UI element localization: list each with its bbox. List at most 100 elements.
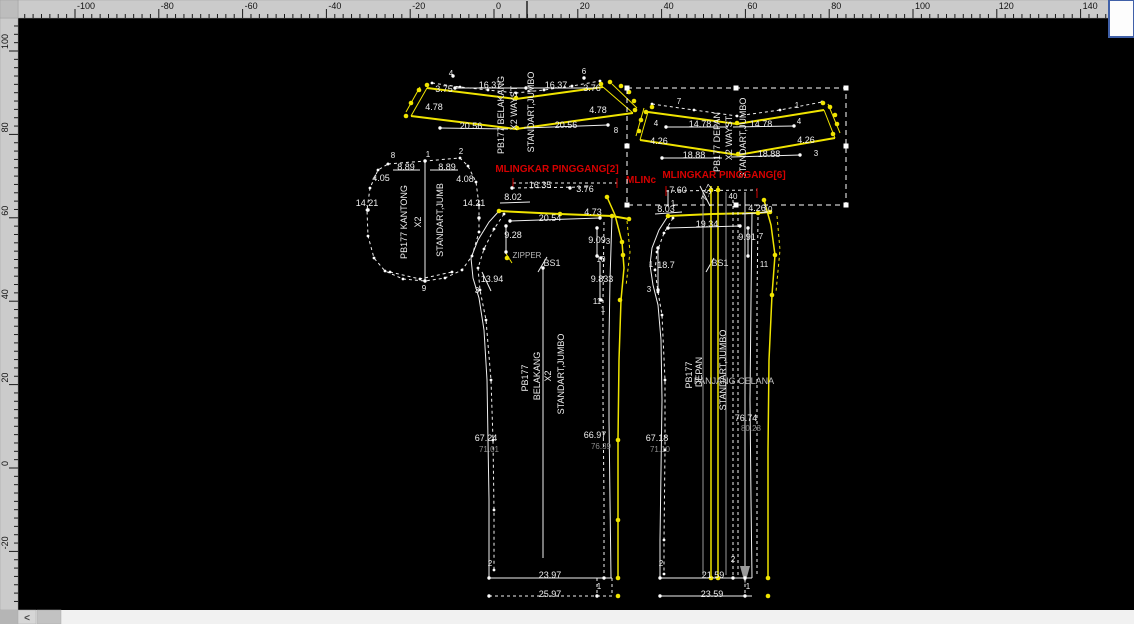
grading-point[interactable] — [409, 101, 414, 106]
measurement-label: STANDART,JUMBO — [738, 98, 748, 179]
measure-name-label: MLINGKAR PINGGANG[6] — [662, 170, 785, 181]
measurement-label: 4 — [654, 119, 659, 128]
grading-point[interactable] — [770, 293, 775, 298]
pattern-point — [483, 248, 486, 251]
measurement-label: 4.78 — [425, 102, 443, 112]
measurement-label: PB177 — [520, 364, 530, 391]
grading-point[interactable] — [616, 576, 621, 581]
measurement-label: 40 — [729, 192, 738, 201]
measurement-label: 4.26 — [650, 136, 668, 146]
measurement-label: 19.34 — [696, 219, 719, 229]
pattern-point — [444, 277, 447, 280]
marquee-handle[interactable] — [625, 203, 630, 208]
floating-panel-corner — [1109, 0, 1134, 37]
grading-point[interactable] — [620, 240, 625, 245]
measurement-label: STANDART,JUMB — [435, 183, 445, 257]
grading-point[interactable] — [605, 195, 610, 200]
measurement-label: 11 — [760, 260, 769, 269]
measure-name-label: MLINGKAR PINGGANG[2] — [495, 164, 618, 175]
marquee-handle[interactable] — [625, 144, 630, 149]
pattern-point — [656, 288, 659, 291]
pattern-point — [493, 509, 496, 512]
measurement-label: 4.26 — [797, 135, 815, 145]
grading-point[interactable] — [417, 88, 422, 93]
grading-point[interactable] — [505, 256, 510, 261]
grading-point[interactable] — [766, 576, 771, 581]
pattern-point — [595, 226, 598, 229]
grading-point[interactable] — [637, 129, 642, 134]
scrollbar-track[interactable] — [18, 610, 1134, 624]
grading-point[interactable] — [766, 594, 771, 599]
grading-point[interactable] — [632, 99, 637, 104]
grading-point[interactable] — [497, 209, 502, 214]
grading-point[interactable] — [616, 438, 621, 443]
measurement-label: 3 — [647, 285, 652, 294]
pattern-point — [451, 271, 454, 274]
measurement-label: 9.833 — [591, 274, 614, 284]
grading-point[interactable] — [619, 84, 624, 89]
drawing-area[interactable] — [18, 18, 1134, 610]
marquee-handle[interactable] — [844, 144, 849, 149]
grading-point[interactable] — [621, 253, 626, 258]
measurement-label: 10 — [597, 255, 606, 264]
measurement-label: 1 — [795, 101, 800, 110]
grading-point[interactable] — [644, 110, 649, 115]
grading-point[interactable] — [618, 298, 623, 303]
grading-point[interactable] — [616, 518, 621, 523]
grading-point[interactable] — [835, 122, 840, 127]
ruler-label: -40 — [328, 1, 341, 11]
grading-point[interactable] — [762, 198, 767, 203]
measurement-label: 4 — [797, 117, 802, 126]
pattern-point — [666, 226, 669, 229]
measurement-label: 80.23 — [741, 424, 762, 433]
measurement-label: PANJANG CELANA — [694, 376, 774, 386]
grading-point[interactable] — [633, 108, 638, 113]
horizontal-scrollbar[interactable]: < — [0, 610, 1134, 624]
pattern-point — [582, 76, 585, 79]
grading-point[interactable] — [610, 214, 615, 219]
grading-point[interactable] — [650, 105, 655, 110]
pattern-point — [493, 228, 496, 231]
ruler-label: 60 — [0, 206, 10, 216]
measurement-label: 14.21 — [356, 198, 379, 208]
measurement-label: 20.56 — [460, 121, 483, 131]
measurement-label: STANDART,JUMBO — [526, 72, 536, 153]
scrollbar-thumb[interactable] — [37, 610, 61, 624]
horizontal-ruler-track — [18, 0, 1134, 18]
measure-name-label: MLINc — [626, 175, 656, 186]
pattern-canvas[interactable]: 463.7516.3716.373.764.784.7820.5620.568P… — [0, 0, 1134, 624]
pattern-point — [664, 379, 667, 382]
marquee-handle[interactable] — [844, 86, 849, 91]
marquee-handle[interactable] — [734, 86, 739, 91]
pattern-point — [504, 250, 507, 253]
grading-point[interactable] — [627, 217, 632, 222]
ruler-label: 100 — [915, 1, 930, 11]
measurement-label: 67.18 — [646, 433, 669, 443]
grading-point[interactable] — [608, 80, 613, 85]
left-arrow-icon[interactable]: < — [24, 613, 30, 624]
pattern-point — [389, 271, 392, 274]
grading-point[interactable] — [425, 83, 430, 88]
pattern-point — [606, 123, 609, 126]
pattern-point — [504, 224, 507, 227]
grading-point[interactable] — [831, 132, 836, 137]
measurement-label: BELAKANG — [532, 352, 542, 401]
marquee-handle[interactable] — [844, 203, 849, 208]
ruler-corner — [0, 0, 18, 18]
grading-point[interactable] — [639, 118, 644, 123]
grading-point[interactable] — [666, 214, 671, 219]
pattern-point — [453, 86, 456, 89]
grading-point[interactable] — [404, 114, 409, 119]
measurement-label: PB177 KANTONG — [399, 185, 409, 259]
grading-point[interactable] — [833, 113, 838, 118]
marquee-handle[interactable] — [625, 86, 630, 91]
measurement-label: 6 — [582, 67, 587, 76]
measurement-label: 3 — [475, 286, 480, 295]
grading-point[interactable] — [821, 101, 826, 106]
grading-point[interactable] — [716, 188, 721, 193]
grading-point[interactable] — [828, 105, 833, 110]
marquee-handle[interactable] — [734, 203, 739, 208]
canvas-background[interactable] — [18, 18, 1134, 610]
grading-point[interactable] — [773, 253, 778, 258]
grading-point[interactable] — [616, 594, 621, 599]
